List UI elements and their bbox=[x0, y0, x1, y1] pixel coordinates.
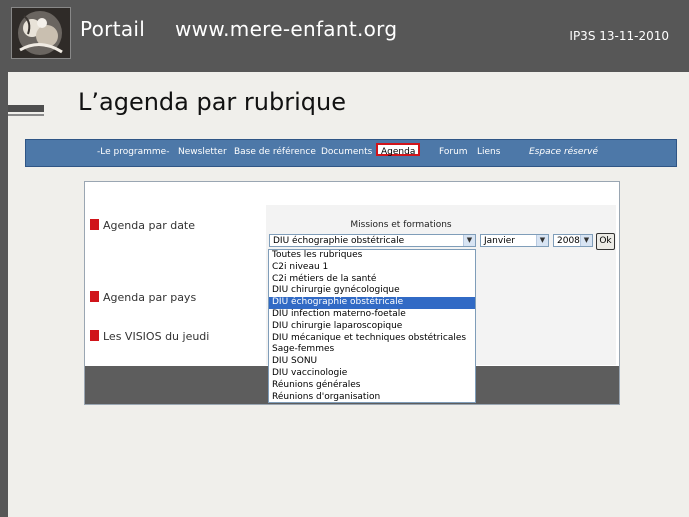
month-select-value: Janvier bbox=[484, 236, 515, 246]
nav-item-base-reference[interactable]: Base de référence bbox=[234, 147, 316, 157]
chevron-down-icon: ▼ bbox=[580, 235, 592, 246]
portal-label: Portail bbox=[80, 17, 146, 41]
nav-item-agenda[interactable]: Agenda bbox=[376, 143, 421, 157]
header-bar: Portail www.mere-enfant.org IP3S 13-11-2… bbox=[0, 0, 689, 72]
nav-item-liens[interactable]: Liens bbox=[477, 147, 500, 157]
year-select[interactable]: 2008 ▼ bbox=[553, 234, 593, 247]
year-select-value: 2008 bbox=[557, 236, 580, 246]
slide-title: L’agenda par rubrique bbox=[78, 88, 346, 116]
red-square-bullet bbox=[90, 219, 99, 230]
dropdown-option[interactable]: C2i niveau 1 bbox=[269, 262, 475, 274]
site-logo bbox=[11, 7, 71, 59]
agenda-par-date-link[interactable]: Agenda par date bbox=[90, 219, 195, 232]
red-square-bullet bbox=[90, 330, 99, 341]
title-accent bbox=[8, 105, 44, 112]
site-url: www.mere-enfant.org bbox=[175, 17, 398, 41]
dropdown-option[interactable]: DIU mécanique et techniques obstétricale… bbox=[269, 333, 475, 345]
nav-item-newsletter[interactable]: Newsletter bbox=[178, 147, 227, 157]
form-title: Missions et formations bbox=[350, 220, 452, 230]
agenda-par-pays-label: Agenda par pays bbox=[103, 291, 197, 304]
title-accent-line bbox=[8, 114, 44, 116]
dropdown-option[interactable]: Sage-femmes bbox=[269, 344, 475, 356]
red-square-bullet bbox=[90, 291, 99, 302]
dropdown-option[interactable]: DIU infection materno-foetale bbox=[269, 309, 475, 321]
dropdown-option[interactable]: DIU chirurgie laparoscopique bbox=[269, 321, 475, 333]
chevron-down-icon: ▼ bbox=[536, 235, 548, 246]
event-date: IP3S 13-11-2010 bbox=[569, 29, 669, 43]
dropdown-option[interactable]: DIU chirurgie gynécologique bbox=[269, 285, 475, 297]
nav-item-programme[interactable]: -Le programme- bbox=[97, 147, 169, 157]
rubrique-dropdown-list[interactable]: Toutes les rubriques C2i niveau 1 C2i mé… bbox=[268, 249, 476, 403]
visios-du-jeudi-link[interactable]: Les VISIOS du jeudi bbox=[90, 330, 209, 343]
dropdown-option[interactable]: C2i métiers de la santé bbox=[269, 274, 475, 286]
dropdown-option[interactable]: DIU vaccinologie bbox=[269, 368, 475, 380]
dropdown-option-selected[interactable]: DIU échographie obstétricale bbox=[269, 297, 475, 309]
rubrique-select[interactable]: DIU échographie obstétricale ▼ bbox=[269, 234, 476, 247]
nav-item-documents[interactable]: Documents bbox=[321, 147, 372, 157]
rubrique-select-value: DIU échographie obstétricale bbox=[273, 236, 405, 246]
nav-item-espace-reserve[interactable]: Espace réservé bbox=[529, 147, 598, 157]
dropdown-option[interactable]: DIU SONU bbox=[269, 356, 475, 368]
agenda-par-pays-link[interactable]: Agenda par pays bbox=[90, 291, 196, 304]
agenda-par-date-label: Agenda par date bbox=[103, 219, 196, 232]
site-nav-bar: -Le programme- Newsletter Base de référe… bbox=[25, 139, 677, 167]
ok-button[interactable]: Ok bbox=[596, 233, 615, 250]
month-select[interactable]: Janvier ▼ bbox=[480, 234, 549, 247]
nav-item-forum[interactable]: Forum bbox=[439, 147, 468, 157]
left-margin-bar bbox=[0, 72, 8, 517]
visios-du-jeudi-label: Les VISIOS du jeudi bbox=[103, 330, 210, 343]
chevron-down-icon: ▼ bbox=[463, 235, 475, 246]
dropdown-option[interactable]: Toutes les rubriques bbox=[269, 250, 475, 262]
dropdown-option[interactable]: Réunions d'organisation bbox=[269, 392, 475, 404]
dropdown-option[interactable]: Réunions générales bbox=[269, 380, 475, 392]
